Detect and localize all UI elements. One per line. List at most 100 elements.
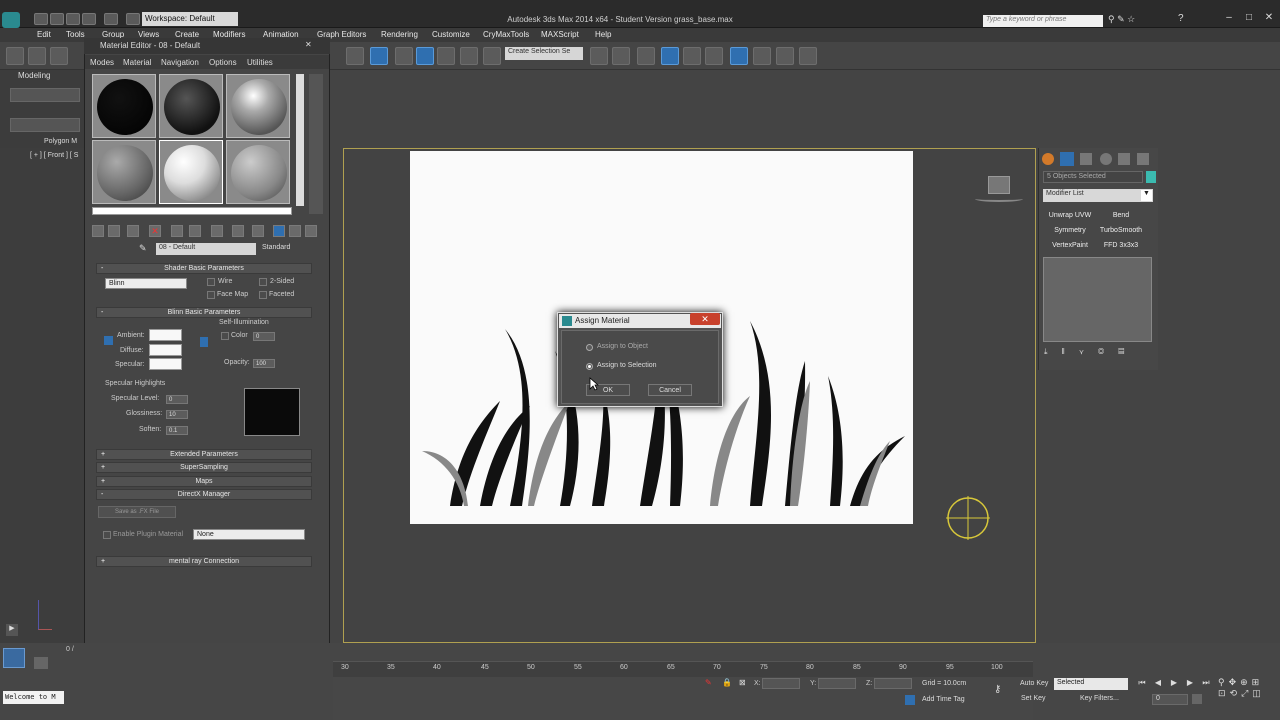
set-key-button[interactable]: Set Key bbox=[1021, 695, 1046, 702]
assign-to-object-radio[interactable] bbox=[586, 344, 593, 351]
lock-selection-icon[interactable]: 🔒 bbox=[722, 678, 732, 688]
supersampling-rollout[interactable]: + SuperSampling bbox=[96, 462, 312, 473]
shader-dropdown[interactable]: Blinn bbox=[105, 278, 187, 289]
render-production-icon[interactable] bbox=[799, 47, 817, 65]
slots-scrollbar[interactable] bbox=[92, 207, 292, 215]
material-type-button[interactable]: Standard bbox=[262, 244, 290, 251]
self-illum-color-checkbox[interactable] bbox=[221, 332, 229, 340]
dialog-close-button[interactable]: ✕ bbox=[690, 313, 720, 325]
material-slot-6[interactable] bbox=[226, 140, 290, 204]
diffuse-swatch[interactable] bbox=[149, 344, 182, 356]
vertexpaint-button[interactable]: VertexPaint bbox=[1044, 239, 1096, 252]
material-name-field[interactable]: 08 - Default bbox=[156, 243, 256, 255]
get-material-icon[interactable] bbox=[92, 225, 104, 237]
me-menu-material[interactable]: Material bbox=[123, 58, 151, 67]
infocenter-icons[interactable]: ⚲ ✎ ☆ bbox=[1108, 14, 1168, 26]
key-mode-dropdown[interactable]: Selected bbox=[1054, 678, 1128, 690]
layer-manager-icon[interactable] bbox=[637, 47, 655, 65]
rendered-frame-icon[interactable] bbox=[776, 47, 794, 65]
add-time-tag[interactable]: Add Time Tag bbox=[922, 696, 965, 703]
ribbon-tab-modeling[interactable]: Modeling bbox=[18, 71, 50, 80]
menu-crymaxtools[interactable]: CryMaxTools bbox=[483, 30, 529, 39]
graphite-tools-icon[interactable] bbox=[661, 47, 679, 65]
menu-tools[interactable]: Tools bbox=[66, 30, 85, 39]
me-menu-modes[interactable]: Modes bbox=[90, 58, 114, 67]
align-icon[interactable] bbox=[612, 47, 630, 65]
bend-button[interactable]: Bend bbox=[1097, 209, 1145, 222]
app-logo-icon[interactable] bbox=[2, 12, 20, 28]
two-sided-checkbox[interactable] bbox=[259, 278, 267, 286]
close-button[interactable]: ✕ bbox=[1260, 11, 1278, 25]
material-slot-3[interactable] bbox=[226, 74, 290, 138]
viewcube-ring[interactable] bbox=[975, 196, 1023, 202]
absolute-mode-icon[interactable]: ⊠ bbox=[739, 678, 749, 688]
curve-editor-icon[interactable] bbox=[683, 47, 701, 65]
menu-customize[interactable]: Customize bbox=[432, 30, 470, 39]
mental-ray-rollout[interactable]: + mental ray Connection bbox=[96, 556, 312, 567]
material-slot-4[interactable] bbox=[92, 140, 156, 204]
current-frame-field[interactable]: 0 bbox=[1152, 694, 1188, 705]
minimize-button[interactable]: – bbox=[1220, 11, 1238, 25]
auto-key-button[interactable]: Auto Key bbox=[1020, 680, 1048, 687]
workspace-dropdown[interactable]: Workspace: Default bbox=[142, 12, 238, 26]
move-icon[interactable] bbox=[346, 47, 364, 65]
me-menu-navigation[interactable]: Navigation bbox=[161, 58, 199, 67]
modifier-stack[interactable] bbox=[1043, 257, 1152, 342]
z-coord-field[interactable] bbox=[874, 678, 912, 689]
shader-rollout[interactable]: - Shader Basic Parameters bbox=[96, 263, 312, 274]
play-icon[interactable]: ▶ bbox=[1168, 678, 1180, 690]
undo-icon[interactable] bbox=[82, 13, 96, 25]
key-mode-icon[interactable]: ✎ bbox=[705, 678, 713, 688]
assign-to-selection-icon[interactable] bbox=[127, 225, 139, 237]
symmetry-button[interactable]: Symmetry bbox=[1044, 224, 1096, 237]
render-setup-icon[interactable] bbox=[753, 47, 771, 65]
modifier-list-dropdown[interactable]: Modifier List bbox=[1043, 189, 1153, 202]
material-slot-5[interactable] bbox=[159, 140, 223, 204]
x-coord-field[interactable] bbox=[762, 678, 800, 689]
key-icon[interactable]: ⚷ bbox=[994, 684, 1012, 695]
named-selection-dropdown[interactable]: Create Selection Se bbox=[505, 47, 583, 60]
open-file-icon[interactable] bbox=[50, 13, 64, 25]
menu-help[interactable]: Help bbox=[595, 30, 611, 39]
faceted-checkbox[interactable] bbox=[259, 291, 267, 299]
specular-swatch[interactable] bbox=[149, 358, 182, 370]
enable-plugin-checkbox[interactable] bbox=[103, 531, 111, 539]
maps-rollout[interactable]: + Maps bbox=[96, 476, 312, 487]
face-map-checkbox[interactable] bbox=[207, 291, 215, 299]
material-editor-close[interactable]: ✕ bbox=[305, 40, 317, 50]
link-icon[interactable] bbox=[6, 47, 24, 65]
time-config-icon[interactable] bbox=[1192, 694, 1202, 704]
bind-space-warp-icon[interactable] bbox=[50, 47, 68, 65]
copy-material-icon[interactable] bbox=[171, 225, 183, 237]
y-coord-field[interactable] bbox=[818, 678, 856, 689]
maximize-button[interactable]: □ bbox=[1240, 11, 1258, 25]
ffd-button[interactable]: FFD 3x3x3 bbox=[1097, 239, 1145, 252]
opacity-spinner[interactable]: 100 bbox=[253, 359, 275, 368]
material-slot-2[interactable] bbox=[159, 74, 223, 138]
expand-arrow-icon[interactable]: ▶ bbox=[6, 624, 18, 636]
go-to-start-icon[interactable]: ⏮ bbox=[1136, 678, 1148, 690]
viewcube-icon[interactable] bbox=[988, 176, 1010, 194]
extended-rollout[interactable]: + Extended Parameters bbox=[96, 449, 312, 460]
eyedropper-icon[interactable]: ✎ bbox=[139, 243, 151, 255]
spinner-snap-icon[interactable] bbox=[460, 47, 478, 65]
select-rotate-icon[interactable] bbox=[370, 47, 388, 65]
angle-snap-icon[interactable] bbox=[416, 47, 434, 65]
percent-snap-icon[interactable] bbox=[437, 47, 455, 65]
modify-tab-icon[interactable] bbox=[1060, 152, 1074, 166]
hierarchy-tab-icon[interactable] bbox=[1080, 153, 1092, 165]
soften-spinner[interactable]: 0.1 bbox=[166, 426, 188, 435]
save-file-icon[interactable] bbox=[66, 13, 80, 25]
make-unique-icon[interactable] bbox=[189, 225, 201, 237]
ambient-swatch[interactable] bbox=[149, 329, 182, 341]
create-tab-icon[interactable] bbox=[1042, 153, 1054, 165]
reset-map-icon[interactable]: ✕ bbox=[149, 225, 161, 237]
plugin-dropdown[interactable]: None bbox=[193, 529, 305, 540]
wire-checkbox[interactable] bbox=[207, 278, 215, 286]
save-fx-button[interactable]: Save as .FX File bbox=[98, 506, 176, 518]
turbosmooth-button[interactable]: TurboSmooth bbox=[1097, 224, 1145, 237]
show-map-icon[interactable] bbox=[252, 225, 264, 237]
maxscript-listener[interactable]: Welcome to M bbox=[3, 691, 64, 704]
put-to-library-icon[interactable] bbox=[211, 225, 223, 237]
mirror-icon[interactable] bbox=[590, 47, 608, 65]
